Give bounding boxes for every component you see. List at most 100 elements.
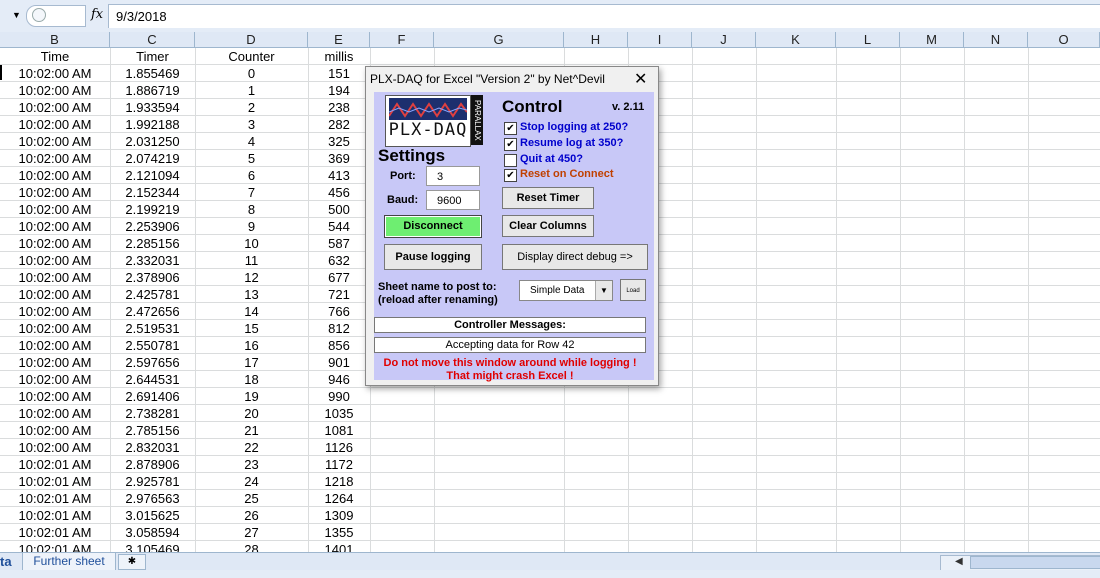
cell-time[interactable]: 10:02:00 AM [0, 270, 110, 286]
cell-millis[interactable]: 151 [308, 66, 370, 82]
cell-millis[interactable]: 1126 [308, 440, 370, 456]
formula-input[interactable] [108, 4, 1100, 28]
cell-millis[interactable]: 1172 [308, 457, 370, 473]
cell-millis[interactable]: 194 [308, 83, 370, 99]
cell-timer[interactable]: 2.691406 [110, 389, 195, 405]
column-header-k[interactable]: K [756, 32, 836, 47]
cell-timer[interactable]: 1.886719 [110, 83, 195, 99]
display-debug-button[interactable]: Display direct debug => [502, 244, 648, 270]
cell-counter[interactable]: 7 [195, 185, 308, 201]
close-icon[interactable]: ✕ [634, 69, 647, 89]
cell-timer[interactable]: 3.015625 [110, 508, 195, 524]
cell-timer[interactable]: 2.597656 [110, 355, 195, 371]
checkbox[interactable]: ✔ [504, 122, 517, 135]
cell-millis[interactable]: 1035 [308, 406, 370, 422]
cell-millis[interactable]: 544 [308, 219, 370, 235]
cell-timer[interactable]: 2.785156 [110, 423, 195, 439]
cell-timer[interactable]: 2.425781 [110, 287, 195, 303]
baud-field[interactable]: 9600 [426, 190, 480, 210]
column-header-n[interactable]: N [964, 32, 1028, 47]
cell-counter[interactable]: 21 [195, 423, 308, 439]
cell-time[interactable]: 10:02:01 AM [0, 508, 110, 524]
cell-millis[interactable]: 766 [308, 304, 370, 320]
cell-time[interactable]: 10:02:00 AM [0, 83, 110, 99]
cell-timer[interactable]: 1.855469 [110, 66, 195, 82]
cell-counter[interactable]: 19 [195, 389, 308, 405]
cell-time[interactable]: 10:02:00 AM [0, 168, 110, 184]
port-field[interactable]: 3 [426, 166, 480, 186]
fx-icon[interactable]: fx [91, 7, 103, 22]
cell-timer[interactable]: 2.199219 [110, 202, 195, 218]
cell-time[interactable]: 10:02:00 AM [0, 202, 110, 218]
reset-timer-button[interactable]: Reset Timer [502, 187, 594, 209]
cell-time[interactable]: 10:02:00 AM [0, 355, 110, 371]
cell-time[interactable]: 10:02:01 AM [0, 491, 110, 507]
cell-timer[interactable]: 2.644531 [110, 372, 195, 388]
cell-time[interactable]: 10:02:00 AM [0, 117, 110, 133]
cell-counter[interactable]: 26 [195, 508, 308, 524]
cell-timer[interactable]: 2.253906 [110, 219, 195, 235]
cell-timer[interactable]: 2.074219 [110, 151, 195, 167]
cell-counter[interactable]: 8 [195, 202, 308, 218]
sheet-name-select[interactable]: Simple Data ▼ [519, 280, 613, 301]
cell-timer[interactable]: 2.285156 [110, 236, 195, 252]
cell-counter[interactable]: 6 [195, 168, 308, 184]
cell-time[interactable]: 10:02:00 AM [0, 440, 110, 456]
cell-time[interactable]: 10:02:00 AM [0, 66, 110, 82]
column-header-h[interactable]: H [564, 32, 628, 47]
cell-timer[interactable]: 2.152344 [110, 185, 195, 201]
cell-time[interactable]: 10:02:00 AM [0, 304, 110, 320]
cell-time[interactable]: 10:02:00 AM [0, 253, 110, 269]
cell-timer[interactable]: 1.992188 [110, 117, 195, 133]
cell-counter[interactable]: 18 [195, 372, 308, 388]
cell-millis[interactable]: 632 [308, 253, 370, 269]
column-header-o[interactable]: O [1028, 32, 1100, 47]
cell-counter[interactable]: 16 [195, 338, 308, 354]
cell-timer[interactable]: 2.031250 [110, 134, 195, 150]
namebox-dropdown-icon[interactable]: ▼ [12, 10, 21, 20]
cell-time[interactable]: 10:02:00 AM [0, 406, 110, 422]
cell-counter[interactable]: 25 [195, 491, 308, 507]
cell-millis[interactable]: 587 [308, 236, 370, 252]
column-header-i[interactable]: I [628, 32, 692, 47]
cell-time[interactable]: 10:02:00 AM [0, 321, 110, 337]
load-button[interactable]: Load [620, 279, 646, 301]
cell-counter[interactable]: 10 [195, 236, 308, 252]
cell-timer[interactable]: 2.519531 [110, 321, 195, 337]
cell-counter[interactable]: 12 [195, 270, 308, 286]
column-header-e[interactable]: E [308, 32, 370, 47]
clear-columns-button[interactable]: Clear Columns [502, 215, 594, 237]
cell-millis[interactable]: 946 [308, 372, 370, 388]
cell-counter[interactable]: 22 [195, 440, 308, 456]
cell-millis[interactable]: 1081 [308, 423, 370, 439]
cell-time[interactable]: 10:02:01 AM [0, 474, 110, 490]
cell-millis[interactable]: 856 [308, 338, 370, 354]
cell-counter[interactable]: 23 [195, 457, 308, 473]
cell-time[interactable]: 10:02:00 AM [0, 389, 110, 405]
cell-millis[interactable]: 325 [308, 134, 370, 150]
chevron-down-icon[interactable]: ▼ [595, 281, 612, 300]
cell-counter[interactable]: 9 [195, 219, 308, 235]
header-counter[interactable]: Counter [195, 49, 308, 65]
cell-time[interactable]: 10:02:00 AM [0, 185, 110, 201]
column-header-f[interactable]: F [370, 32, 434, 47]
cell-counter[interactable]: 4 [195, 134, 308, 150]
cell-counter[interactable]: 2 [195, 100, 308, 116]
cell-timer[interactable]: 3.058594 [110, 525, 195, 541]
cell-millis[interactable]: 721 [308, 287, 370, 303]
cell-counter[interactable]: 3 [195, 117, 308, 133]
cell-millis[interactable]: 238 [308, 100, 370, 116]
cell-counter[interactable]: 20 [195, 406, 308, 422]
cell-time[interactable]: 10:02:00 AM [0, 236, 110, 252]
column-header-b[interactable]: B [0, 32, 110, 47]
cell-time[interactable]: 10:02:00 AM [0, 134, 110, 150]
checkbox[interactable]: ✔ [504, 138, 517, 151]
cell-millis[interactable]: 1309 [308, 508, 370, 524]
cell-counter[interactable]: 27 [195, 525, 308, 541]
cell-time[interactable]: 10:02:00 AM [0, 338, 110, 354]
cell-millis[interactable]: 1218 [308, 474, 370, 490]
cell-time[interactable]: 10:02:00 AM [0, 219, 110, 235]
cell-counter[interactable]: 11 [195, 253, 308, 269]
cell-timer[interactable]: 2.378906 [110, 270, 195, 286]
cell-time[interactable]: 10:02:01 AM [0, 525, 110, 541]
